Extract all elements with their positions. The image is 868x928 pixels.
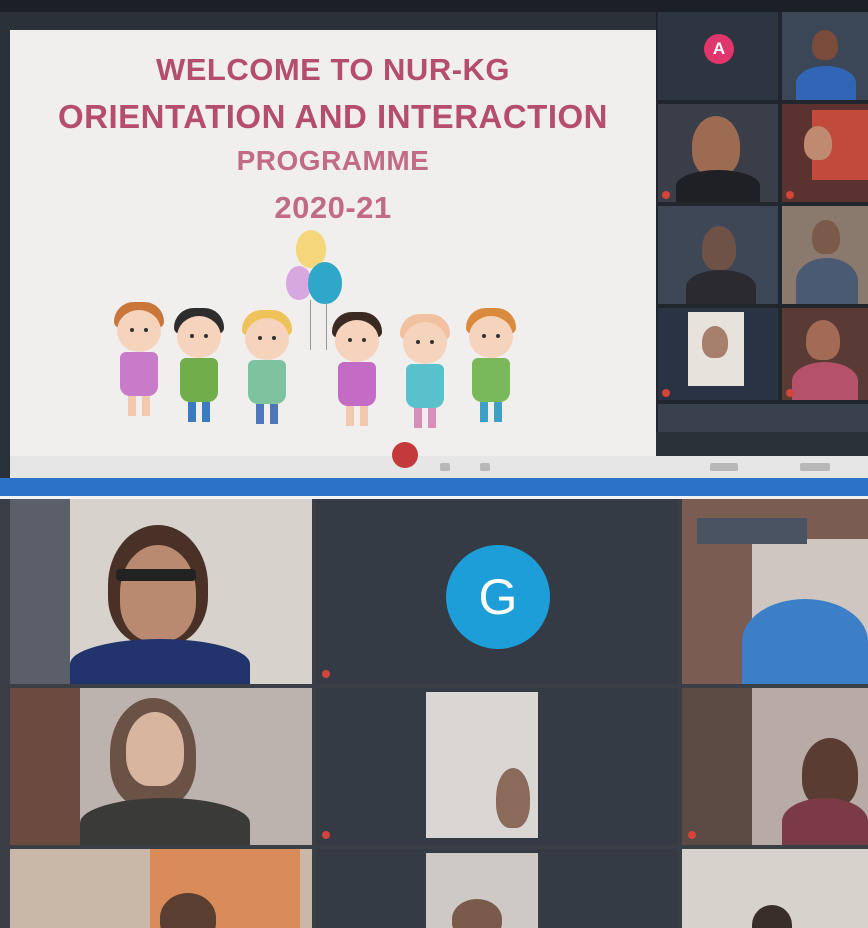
mic-off-icon [786,191,794,199]
mic-off-icon [662,191,670,199]
mic-off-icon [688,831,696,839]
meeting-grid-screenshot: G [0,499,868,928]
camera-icon[interactable] [480,463,490,471]
presentation-screenshot: WELCOME TO NUR-KG ORIENTATION AND INTERA… [0,0,868,496]
participant-tile[interactable] [10,499,312,684]
participant-avatar: A [704,34,734,64]
participant-tile[interactable]: G [316,499,678,684]
presentation-banner[interactable] [697,518,807,544]
participant-tile[interactable] [658,404,868,432]
mic-icon[interactable] [440,463,450,471]
participant-strip: A [656,12,868,432]
participant-tile[interactable] [782,104,868,202]
participant-tile[interactable] [682,849,868,928]
participant-tile[interactable] [658,104,778,202]
mic-off-icon [322,670,330,678]
participant-avatar: G [446,545,550,649]
slide-title-line-1: WELCOME TO NUR-KG [155,52,511,87]
participant-tile[interactable] [10,849,312,928]
participant-tile[interactable] [682,688,868,845]
slide-year: 2020-21 [274,190,392,225]
monitor-bezel [0,0,868,12]
os-taskbar [0,478,868,496]
present-icon[interactable] [800,463,830,471]
meeting-controls-bar [10,442,868,478]
leave-call-icon[interactable] [392,442,418,468]
participant-tile[interactable] [782,308,868,400]
participant-tile[interactable] [10,688,312,845]
participant-tile[interactable] [658,206,778,304]
mic-off-icon [786,389,794,397]
mic-off-icon [662,389,670,397]
participant-tile[interactable]: A [658,12,778,100]
participant-tile[interactable] [782,12,868,100]
participant-tile[interactable] [658,308,778,400]
participant-tile[interactable] [316,688,678,845]
slide-title-line-3: PROGRAMME [236,145,430,176]
captions-icon[interactable] [710,463,738,471]
participant-tile[interactable] [782,206,868,304]
participant-tile[interactable] [316,849,678,928]
presented-slide: WELCOME TO NUR-KG ORIENTATION AND INTERA… [10,30,656,456]
mic-off-icon [322,831,330,839]
slide-title-line-2: ORIENTATION AND INTERACTION [57,98,609,135]
